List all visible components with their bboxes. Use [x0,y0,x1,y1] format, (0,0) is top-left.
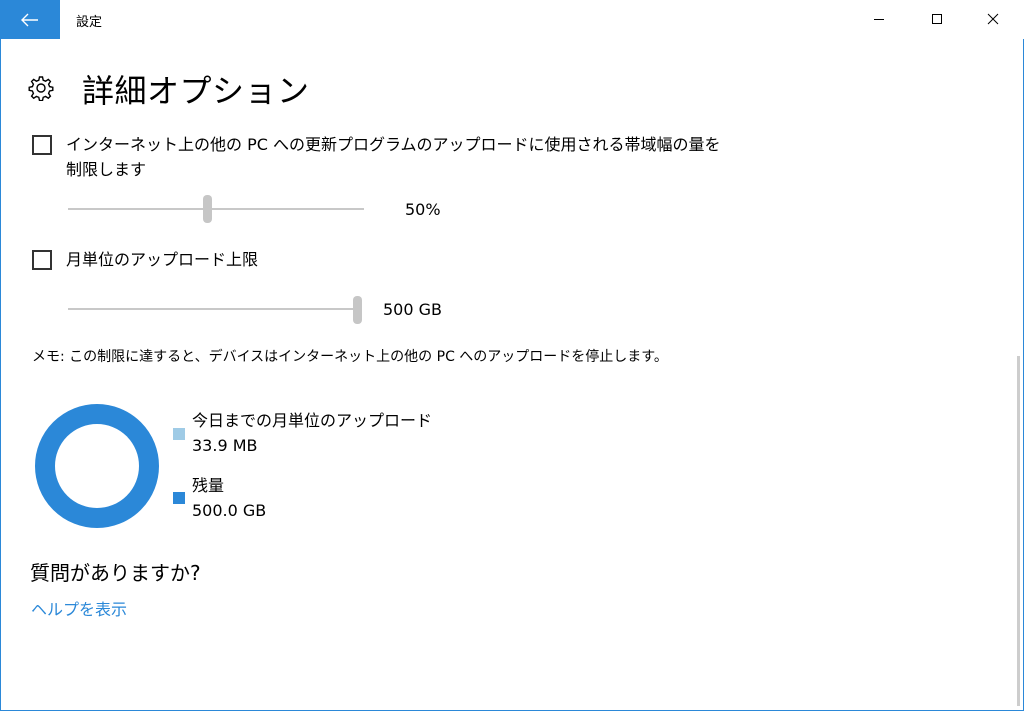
maximize-button[interactable] [914,0,960,39]
app-title: 設定 [76,15,103,30]
remaining-legend-label: 残量 [192,476,225,495]
scrollbar[interactable] [1017,356,1020,706]
back-button[interactable] [0,0,60,39]
limit-bandwidth-checkbox[interactable] [32,135,52,155]
back-arrow-icon [21,13,39,27]
limit-note: メモ: この制限に達すると、デバイスはインターネット上の他の PC へのアップロ… [32,349,668,365]
remaining-legend-swatch [173,492,185,504]
help-question: 質問がありますか? [30,561,201,585]
page-title: 詳細オプション [82,72,310,110]
uploaded-legend-label: 今日までの月単位のアップロード [192,411,433,430]
uploaded-legend-value: 33.9 MB [192,436,258,455]
close-button[interactable] [970,0,1016,39]
maximize-icon [931,10,943,29]
close-icon [987,10,999,29]
bandwidth-slider-track[interactable] [68,208,364,210]
minimize-icon [873,10,885,29]
gear-icon [28,75,54,105]
monthly-limit-label: 月単位のアップロード上限 [66,250,259,269]
bandwidth-value: 50% [405,200,441,219]
limit-bandwidth-label: インターネット上の他の PC への更新プログラムのアップロードに使用される帯域幅… [66,135,721,179]
usage-donut-chart [34,403,160,533]
title-bar: 設定 [0,0,1024,39]
uploaded-legend-swatch [173,428,185,440]
monthly-limit-slider-thumb[interactable] [353,296,362,324]
monthly-limit-value: 500 GB [383,300,442,319]
monthly-limit-slider-track[interactable] [68,308,360,310]
monthly-limit-checkbox[interactable] [32,250,52,270]
get-help-link[interactable]: ヘルプを表示 [31,596,127,620]
bandwidth-slider-thumb[interactable] [203,195,212,223]
remaining-legend-value: 500.0 GB [192,501,267,520]
minimize-button[interactable] [856,0,902,39]
